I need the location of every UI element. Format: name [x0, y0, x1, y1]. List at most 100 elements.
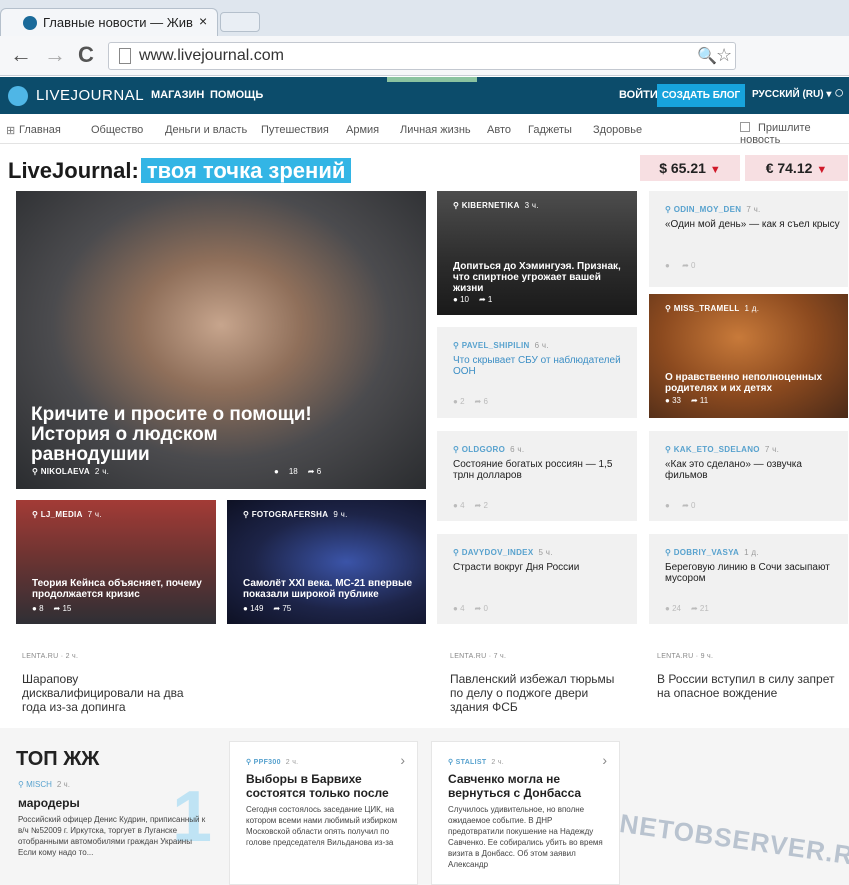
top-lj-section	[0, 728, 849, 885]
category-society[interactable]: Общество	[91, 124, 143, 136]
card-title[interactable]: «Как это сделано» — озвучка фильмов	[665, 459, 840, 481]
category-home[interactable]: Главная	[19, 124, 61, 136]
category-health[interactable]: Здоровье	[593, 124, 642, 136]
repost-icon: ➦	[307, 467, 317, 476]
photo-card-miss-tramell[interactable]: ⚲ MISS_TRAMELL 1 д. О нравственно неполно…	[649, 294, 848, 418]
card-author[interactable]: ⚲ STALIST 2 ч.	[448, 758, 504, 766]
forward-arrow-icon[interactable]: →	[44, 42, 66, 68]
card-pavel-shipilin[interactable]: ⚲ PAVEL_SHIPILIN 6 ч. Что скрывает СБУ от…	[437, 327, 637, 418]
card-headline[interactable]: Савченко могла не вернуться с Донбасса	[448, 772, 608, 800]
category-gadgets[interactable]: Гаджеты	[528, 124, 572, 136]
card-title[interactable]: Что скрывает СБУ от наблюдателей ООН	[453, 355, 633, 377]
livejournal-logo-icon[interactable]	[8, 86, 28, 106]
card-stats: ● 33 ➦ 11	[665, 396, 709, 405]
card-author[interactable]: ⚲ DOBRIY_VASYA 1 д.	[665, 548, 759, 557]
user-icon: ⚲	[246, 759, 254, 766]
category-auto[interactable]: Авто	[487, 124, 511, 136]
card-stats: ● 4 ➦ 0	[453, 604, 488, 613]
repost-icon: ➦	[682, 261, 691, 270]
category-money[interactable]: Деньги и власть	[165, 124, 247, 136]
language-selector[interactable]: РУССКИЙ (RU) ▾	[752, 89, 831, 100]
chevron-right-icon[interactable]: ›	[602, 752, 607, 768]
card-title: Теория Кейнса объясняет, почему продолжа…	[32, 578, 202, 600]
nav-help[interactable]: ПОМОЩЬ	[210, 89, 263, 101]
card-author[interactable]: ⚲ LJ_MEDIA 7 ч.	[32, 510, 102, 519]
comment-icon: ●	[665, 501, 673, 510]
chevron-right-icon[interactable]: ›	[400, 752, 405, 768]
card-title[interactable]: Состояние богатых россиян — 1,5 трлн дол…	[453, 459, 633, 481]
card-kak-eto-sdelano[interactable]: ⚲ KAK_ETO_SDELANO 7 ч. «Как это сделано» …	[649, 431, 848, 521]
card-davydov-index[interactable]: ⚲ DAVYDOV_INDEX 5 ч. Страсти вокруг Дня Р…	[437, 534, 637, 624]
tab-close-button[interactable]: ×	[199, 13, 207, 29]
photo-card-lj-media[interactable]: ⚲ LJ_MEDIA 7 ч. Теория Кейнса объясняет, …	[16, 500, 216, 624]
repost-icon: ➦	[478, 295, 488, 304]
card-odin-moy-den[interactable]: ⚲ ODIN_MOY_DEN 7 ч. «Один мой день» — как…	[649, 191, 848, 287]
photo-card-kibernetika[interactable]: ⚲ KIBERNETIKA 3 ч. Допиться до Хэмингуэя.…	[437, 191, 637, 315]
user-icon: ⚲	[448, 759, 456, 766]
site-logo[interactable]: LIVEJOURNAL	[36, 87, 144, 104]
card-stats: ● 149 ➦ 75	[243, 604, 292, 613]
news-text[interactable]: Шарапову дисквалифицировали на два года …	[22, 672, 202, 714]
card-dobriy-vasya[interactable]: ⚲ DOBRIY_VASYA 1 д. Береговую линию в Соч…	[649, 534, 848, 624]
back-arrow-icon[interactable]: ←	[10, 42, 32, 68]
category-travel[interactable]: Путешествия	[261, 124, 329, 136]
page-tagline: LiveJournal: твоя точка зрений	[8, 158, 352, 184]
card-headline[interactable]: Выборы в Барвихе состоятся только после	[246, 772, 406, 800]
card-author[interactable]: ⚲ MISS_TRAMELL 1 д.	[665, 304, 759, 313]
news-text[interactable]: В России вступил в силу запрет на опасно…	[657, 672, 847, 700]
bookmark-star-icon[interactable]: ☆	[716, 45, 732, 66]
login-link[interactable]: ВОЙТИ	[619, 89, 658, 101]
eur-value: € 74.12	[765, 160, 813, 176]
browser-tab-bar: Главные новости — Живой ×	[0, 0, 849, 36]
top-card-ppf300[interactable]: ⚲ PPF300 2 ч. › Выборы в Барвихе состоятс…	[229, 741, 418, 885]
card-title[interactable]: «Один мой день» — как я съел крысу	[665, 219, 840, 230]
card-stats: ● 24 ➦ 21	[665, 604, 709, 613]
news-source: LENTA.RU · 9 ч.	[657, 653, 714, 660]
card-author[interactable]: ⚲ ODIN_MOY_DEN 7 ч.	[665, 205, 761, 214]
currency-usd[interactable]: $ 65.21 ▼	[640, 155, 740, 181]
address-bar[interactable]: www.livejournal.com 🔍 ☆	[108, 42, 736, 70]
card-author[interactable]: ⚲ PPF300 2 ч.	[246, 758, 298, 766]
plus-box-icon	[740, 122, 750, 132]
category-personal[interactable]: Личная жизнь	[400, 124, 471, 136]
nav-shop[interactable]: МАГАЗИН	[151, 89, 204, 101]
card-stats: ● 2 ➦ 6	[453, 397, 488, 406]
news-item[interactable]: LENTA.RU · 9 ч. В России вступил в силу …	[657, 650, 847, 700]
card-oldgoro[interactable]: ⚲ OLDGORO 6 ч. Состояние богатых россиян …	[437, 431, 637, 521]
top-author[interactable]: ⚲ MISCH 2 ч.	[18, 780, 70, 789]
user-icon: ⚲	[453, 445, 462, 454]
card-author[interactable]: ⚲ OLDGORO 6 ч.	[453, 445, 524, 454]
user-icon: ⚲	[665, 548, 674, 557]
news-text[interactable]: Павленский избежал тюрьмы по делу о подж…	[450, 672, 630, 714]
category-army[interactable]: Армия	[346, 124, 379, 136]
repost-icon: ➦	[690, 604, 700, 613]
card-author[interactable]: ⚲ FOTOGRAFERSHA 9 ч.	[243, 510, 348, 519]
hero-card[interactable]: Кричите и просите о помощи! История о лю…	[16, 191, 426, 489]
card-author[interactable]: ⚲ PAVEL_SHIPILIN 6 ч.	[453, 341, 549, 350]
new-tab-button[interactable]	[220, 12, 260, 32]
top-headline[interactable]: мародеры	[18, 796, 80, 810]
user-icon: ⚲	[453, 341, 462, 350]
hero-author[interactable]: ⚲ NIKOLAEVA 2 ч.	[32, 467, 109, 476]
news-item[interactable]: LENTA.RU · 7 ч. Павленский избежал тюрьм…	[450, 650, 630, 714]
comment-icon: ●	[243, 604, 251, 613]
card-author[interactable]: ⚲ DAVYDOV_INDEX 5 ч.	[453, 548, 553, 557]
card-author[interactable]: ⚲ KIBERNETIKA 3 ч.	[453, 201, 539, 210]
card-stats: ● ➦ 0	[665, 501, 696, 510]
card-title: Допиться до Хэмингуэя. Признак, что спир…	[453, 261, 621, 294]
top-card-stalist[interactable]: ⚲ STALIST 2 ч. › Савченко могла не вернут…	[431, 741, 620, 885]
reload-icon[interactable]: C	[78, 42, 94, 68]
card-title[interactable]: Страсти вокруг Дня России	[453, 562, 633, 573]
currency-eur[interactable]: € 74.12 ▼	[745, 155, 848, 181]
search-icon[interactable]: ○	[834, 83, 844, 103]
card-author[interactable]: ⚲ KAK_ETO_SDELANO 7 ч.	[665, 445, 779, 454]
create-blog-button[interactable]: СОЗДАТЬ БЛОГ	[657, 84, 745, 107]
suggest-news-link[interactable]: Пришлите новость	[740, 122, 849, 146]
card-title[interactable]: Береговую линию в Сочи засыпают мусором	[665, 562, 835, 584]
photo-card-fotografersha[interactable]: ⚲ FOTOGRAFERSHA 9 ч. Самолёт XXI века. МС…	[227, 500, 426, 624]
news-item[interactable]: LENTA.RU · 2 ч. Шарапову дисквалифициров…	[22, 650, 202, 714]
card-stats: ● ➦ 0	[665, 261, 696, 270]
browser-tab[interactable]: Главные новости — Живой ×	[0, 8, 218, 36]
address-bar-url: www.livejournal.com	[139, 47, 284, 64]
zoom-icon[interactable]: 🔍	[697, 46, 717, 66]
